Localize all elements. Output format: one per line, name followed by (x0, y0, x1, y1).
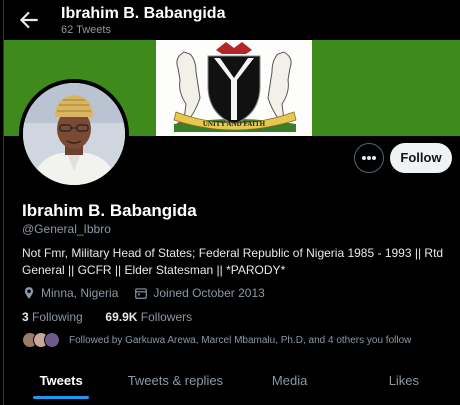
avatar[interactable] (19, 79, 129, 189)
followed-by-text: Followed by Garkuwa Arewa, Marcel Mbamal… (69, 334, 412, 346)
back-arrow-icon[interactable] (16, 7, 42, 33)
follow-button[interactable]: Follow (390, 143, 452, 173)
tab-media[interactable]: Media (233, 365, 347, 405)
tweet-count: 62 Tweets (61, 24, 111, 36)
location-icon (24, 287, 34, 299)
profile-handle: @General_Ibbro (22, 222, 111, 236)
avatar-photo (23, 83, 125, 185)
tab-tweets-replies[interactable]: Tweets & replies (118, 365, 232, 405)
profile-name: Ibrahim B. Babangida (22, 201, 197, 220)
more-icon-dot (362, 156, 366, 160)
profile-page: Ibrahim B. Babangida 62 Tweets UNITY AND… (3, 0, 460, 405)
more-icon-dot (367, 156, 371, 160)
followers-label: Followers (140, 310, 193, 324)
calendar-icon (135, 288, 148, 299)
profile-tabs: Tweets Tweets & replies Media Likes (4, 365, 460, 405)
following-count: 3 (22, 310, 29, 324)
followers-count: 69.9K (105, 310, 138, 324)
top-bar: Ibrahim B. Babangida 62 Tweets (4, 0, 460, 40)
more-icon-dot (372, 156, 376, 160)
banner-motto: UNITY AND FAITH (203, 120, 266, 128)
tab-likes[interactable]: Likes (347, 365, 460, 405)
followed-by[interactable]: Followed by Garkuwa Arewa, Marcel Mbamal… (22, 331, 411, 349)
tab-tweets[interactable]: Tweets (4, 365, 118, 405)
profile-joined: Joined October 2013 (153, 286, 265, 300)
coat-of-arms-emblem: UNITY AND FAITH (173, 42, 297, 132)
follower-avatar (44, 332, 60, 348)
profile-location: Minna, Nigeria (41, 286, 119, 300)
follow-stats: 3 Following 69.9K Followers (22, 310, 192, 324)
profile-bio: Not Fmr, Military Head of States; Federa… (22, 246, 444, 277)
following-link[interactable]: 3 Following (22, 310, 83, 324)
more-options-button[interactable] (354, 143, 384, 173)
header-title: Ibrahim B. Babangida (61, 5, 226, 22)
followers-link[interactable]: 69.9K Followers (105, 310, 192, 324)
following-label: Following (32, 310, 83, 324)
profile-meta: Minna, Nigeria Joined October 2013 (22, 286, 265, 300)
